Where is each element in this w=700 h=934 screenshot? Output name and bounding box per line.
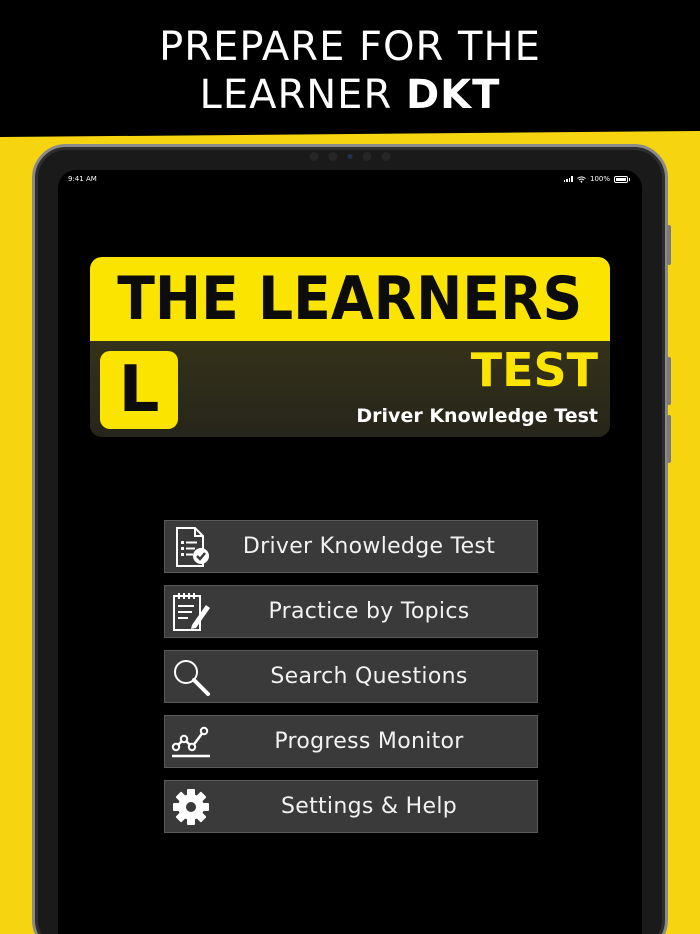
signal-icon bbox=[563, 176, 573, 182]
headline-line-2-bold: DKT bbox=[405, 72, 501, 118]
menu-label: Search Questions bbox=[270, 664, 468, 689]
main-menu: Driver Knowledge Test Practice by Topics bbox=[164, 520, 538, 833]
menu-label: Progress Monitor bbox=[274, 729, 464, 754]
headline-line-1: PREPARE FOR THE bbox=[159, 24, 541, 70]
l-plate-letter: L bbox=[118, 353, 160, 427]
l-plate-icon: L bbox=[100, 351, 178, 429]
logo-tagline: Driver Knowledge Test bbox=[356, 405, 598, 427]
search-questions-button[interactable]: Search Questions bbox=[164, 650, 538, 703]
headline-line-2-prefix: LEARNER bbox=[199, 72, 406, 118]
logo-title: THE LEARNERS bbox=[117, 264, 583, 334]
menu-label: Settings & Help bbox=[280, 794, 458, 819]
tablet-power-button bbox=[667, 225, 671, 265]
menu-label: Driver Knowledge Test bbox=[242, 534, 496, 559]
battery-icon bbox=[614, 175, 630, 183]
camera-lens bbox=[347, 154, 353, 159]
sensor-dot bbox=[381, 152, 391, 161]
clipboard-pencil-icon bbox=[169, 590, 213, 634]
tablet-volume-up-button bbox=[667, 357, 671, 405]
logo-subtitle: TEST bbox=[470, 343, 598, 397]
magnifier-icon bbox=[169, 655, 213, 699]
camera-bar bbox=[309, 152, 391, 161]
status-time: 9:41 AM bbox=[68, 175, 97, 183]
settings-help-button[interactable]: Settings & Help bbox=[164, 780, 538, 833]
gear-icon bbox=[169, 785, 213, 829]
sensor-dot bbox=[328, 152, 338, 161]
sensor-dot bbox=[309, 152, 319, 161]
driver-knowledge-test-button[interactable]: Driver Knowledge Test bbox=[164, 520, 538, 573]
progress-monitor-button[interactable]: Progress Monitor bbox=[164, 715, 538, 768]
battery-percent: 100% bbox=[589, 175, 610, 183]
practice-by-topics-button[interactable]: Practice by Topics bbox=[164, 585, 538, 638]
menu-label: Practice by Topics bbox=[268, 599, 470, 624]
logo-lower-band: L TEST Driver Knowledge Test bbox=[90, 341, 610, 437]
line-graph-icon bbox=[169, 720, 213, 764]
checklist-icon bbox=[169, 525, 213, 569]
tablet-volume-down-button bbox=[667, 415, 671, 463]
app-logo: THE LEARNERS L TEST Driver Knowledge Tes… bbox=[90, 257, 610, 437]
status-bar: 9:41 AM 100% bbox=[58, 170, 642, 188]
sensor-dot bbox=[362, 152, 372, 161]
wifi-icon bbox=[577, 175, 586, 183]
logo-title-band: THE LEARNERS bbox=[90, 257, 610, 341]
headline-line-2: LEARNER DKT bbox=[200, 71, 501, 119]
app-screen: 9:41 AM 100% THE LEARNERS L TEST Driver … bbox=[58, 170, 642, 934]
status-indicators: 100% bbox=[563, 175, 630, 183]
marketing-headline: PREPARE FOR THE LEARNER DKT bbox=[0, 0, 700, 142]
